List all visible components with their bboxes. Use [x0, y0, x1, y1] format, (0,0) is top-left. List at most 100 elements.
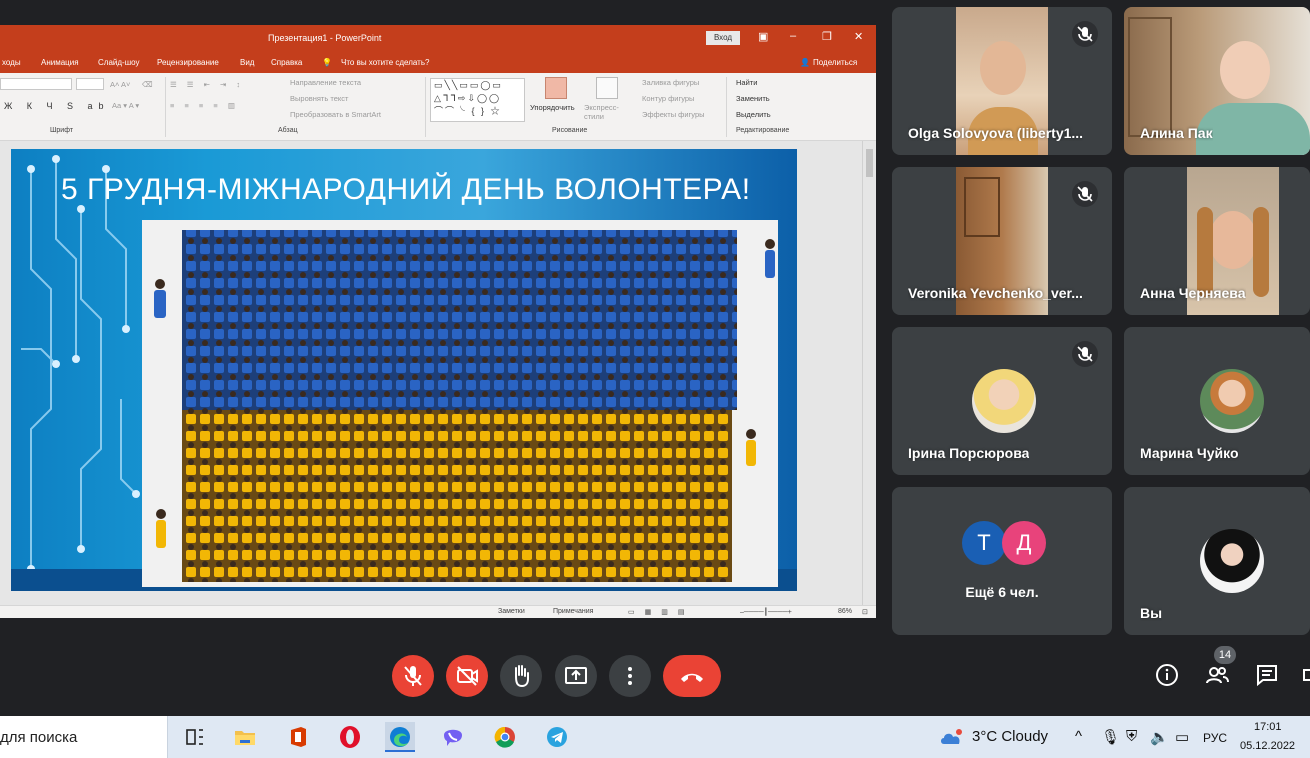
task-view-icon[interactable]	[180, 722, 210, 752]
language-indicator[interactable]: РУС	[1203, 731, 1227, 745]
shape-outline-button[interactable]: Контур фигуры	[642, 94, 694, 103]
view-mode-icons[interactable]: ▭▦▥▤	[628, 608, 694, 616]
participant-name: Olga Solovyova (liberty1...	[908, 125, 1084, 141]
font-color-icon[interactable]: Aa ▾ A ▾	[112, 101, 139, 110]
mic-off-icon	[1072, 21, 1098, 47]
group-label-font: Шрифт	[50, 127, 74, 134]
zoom-level[interactable]: 86%	[838, 608, 852, 615]
restore-icon[interactable]: ❐	[822, 30, 832, 43]
hand-icon	[515, 665, 529, 688]
more-participants-label: Ещё 6 чел.	[965, 584, 1039, 600]
tray-mic-icon[interactable]: 🎙	[1101, 728, 1120, 746]
activities-button[interactable]	[1300, 662, 1310, 688]
tray-chevron-icon[interactable]: ^	[1075, 728, 1082, 745]
mic-toggle-button[interactable]	[392, 655, 434, 697]
slide-editor: 5 ГРУДНЯ-МІЖНАРОДНИЙ ДЕНЬ ВОЛОНТЕРА!	[0, 141, 876, 605]
participant-body	[1196, 103, 1310, 155]
chrome-icon[interactable]	[490, 722, 520, 752]
participant-tile-self[interactable]: Вы	[1124, 487, 1310, 635]
tab-animation[interactable]: Анимация	[41, 58, 79, 67]
file-explorer-icon[interactable]	[230, 722, 260, 752]
tray-volume-icon[interactable]: 🔈	[1150, 728, 1169, 746]
quick-styles-icon	[596, 77, 618, 99]
font-size-box[interactable]	[76, 78, 104, 90]
chat-button[interactable]	[1254, 662, 1280, 688]
meet-stage: Презентация1 - PowerPoint Вход ▣ – ❐ ✕ х…	[0, 0, 1310, 716]
viber-icon[interactable]	[438, 722, 468, 752]
tab-review[interactable]: Рецензирование	[157, 58, 219, 67]
close-icon[interactable]: ✕	[854, 30, 863, 43]
tray-shield-icon[interactable]: ⛨	[1126, 728, 1137, 745]
avatar-letter: Д	[1002, 521, 1046, 565]
participant-tile[interactable]: Olga Solovyova (liberty1...	[892, 7, 1112, 155]
grow-font-icon[interactable]: A˄ A˅	[110, 80, 130, 89]
telegram-icon[interactable]	[542, 722, 572, 752]
minimize-icon[interactable]: –	[790, 30, 796, 42]
opera-icon[interactable]	[335, 722, 365, 752]
list-icons[interactable]: ☰ ☰ ⇤ ⇥ ↕	[170, 80, 244, 89]
ribbon-display-icon[interactable]: ▣	[758, 30, 768, 43]
scrollbar-thumb[interactable]	[866, 149, 873, 177]
end-call-icon	[681, 673, 703, 682]
more-vert-icon	[628, 667, 632, 685]
meeting-info-button[interactable]	[1154, 662, 1180, 688]
shape-fill-button[interactable]: Заливка фигуры	[642, 78, 699, 87]
align-text-button[interactable]: Выровнять текст	[290, 94, 348, 103]
slide-scrollbar[interactable]	[862, 141, 876, 605]
shapes-gallery[interactable]: ▭╲╲▭▭◯▭ △ᒣᒣ⇨⇩◯◯ ⌒⌒╰ { } ☆	[430, 78, 525, 122]
tell-me-search[interactable]: Что вы хотите сделать?	[341, 58, 429, 67]
quick-styles-button[interactable]: Экспресс-стили	[584, 103, 626, 121]
tray-battery-icon[interactable]: ▭	[1175, 728, 1189, 746]
participant-tile-more[interactable]: Т Д Ещё 6 чел.	[892, 487, 1112, 635]
select-button[interactable]: Выделить	[736, 110, 771, 119]
clear-format-icon[interactable]: ⌫	[142, 80, 153, 89]
share-button[interactable]: Поделиться	[813, 58, 857, 67]
align-icons[interactable]: ≡ ≡ ≡ ≡ ▥	[170, 101, 239, 110]
arrange-button[interactable]: Упорядочить	[530, 103, 575, 112]
tab-help[interactable]: Справка	[271, 58, 302, 67]
participant-tile[interactable]: Veronika Yevchenko_ver...	[892, 167, 1112, 315]
comments-button[interactable]: Примечания	[553, 608, 593, 615]
notes-button[interactable]: Заметки	[498, 608, 525, 615]
ppt-signin-button[interactable]: Вход	[706, 31, 740, 45]
ribbon-separator	[165, 77, 166, 137]
shape-effects-button[interactable]: Эффекты фигуры	[642, 110, 705, 119]
taskbar-search[interactable]: для поиска	[0, 716, 168, 758]
participant-tile[interactable]: Анна Черняева	[1124, 167, 1310, 315]
arrange-icon	[545, 77, 567, 99]
camera-toggle-button[interactable]	[446, 655, 488, 697]
participant-name: Алина Пак	[1140, 125, 1213, 141]
tab-view[interactable]: Вид	[240, 58, 254, 67]
participant-face	[980, 41, 1026, 95]
leave-call-button[interactable]	[663, 655, 721, 697]
circuit-decoration	[21, 155, 140, 573]
participant-tile[interactable]: Алина Пак	[1124, 7, 1310, 155]
info-icon	[1156, 664, 1178, 686]
people-button[interactable]	[1204, 662, 1230, 688]
edge-icon[interactable]	[385, 722, 415, 752]
volunteer-crowd-image	[142, 220, 778, 587]
raise-hand-button[interactable]	[500, 655, 542, 697]
zoom-slider[interactable]: –────┃────+	[740, 608, 792, 616]
text-direction-button[interactable]: Направление текста	[290, 78, 361, 87]
participant-tile[interactable]: Ірина Порсюрова	[892, 327, 1112, 475]
tab-slideshow[interactable]: Слайд-шоу	[98, 58, 139, 67]
fit-slide-icon[interactable]: ⊡	[862, 608, 868, 616]
participant-tile[interactable]: Марина Чуйко	[1124, 327, 1310, 475]
weather-widget[interactable]: 3°C Cloudy	[972, 728, 1048, 745]
ribbon-separator	[425, 77, 426, 137]
replace-button[interactable]: Заменить	[736, 94, 770, 103]
more-options-button[interactable]	[609, 655, 651, 697]
slide-canvas[interactable]: 5 ГРУДНЯ-МІЖНАРОДНИЙ ДЕНЬ ВОЛОНТЕРА!	[11, 149, 797, 591]
font-name-box[interactable]	[0, 78, 72, 90]
smartart-button[interactable]: Преобразовать в SmartArt	[290, 110, 381, 119]
office-icon[interactable]	[283, 722, 313, 752]
present-icon	[565, 667, 587, 684]
font-format-buttons[interactable]: Ж К Ч S ab	[4, 101, 110, 111]
clock-time[interactable]: 17:01	[1254, 721, 1282, 733]
tab-transitions[interactable]: ходы	[2, 58, 21, 67]
find-button[interactable]: Найти	[736, 78, 757, 87]
clock-date[interactable]: 05.12.2022	[1240, 740, 1295, 752]
group-label-paragraph: Абзац	[278, 127, 298, 134]
present-screen-button[interactable]	[555, 655, 597, 697]
